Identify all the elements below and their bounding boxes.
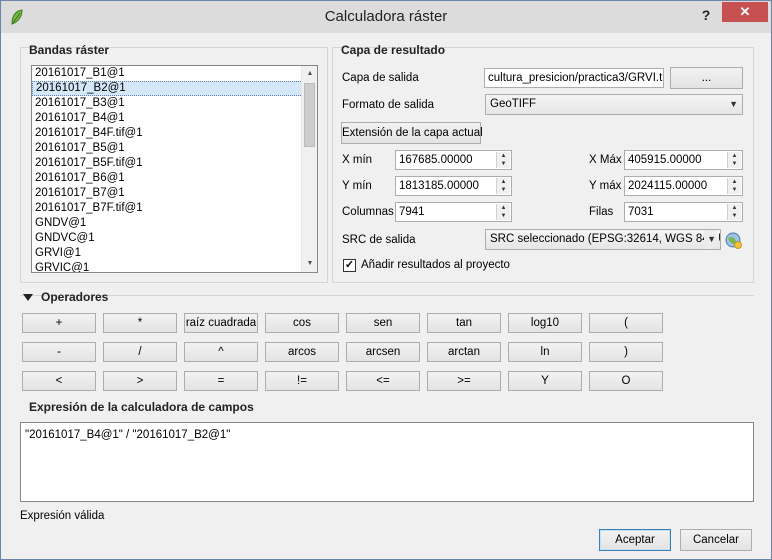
operator-button[interactable]: ) [589,342,663,362]
operator-button[interactable]: <= [346,371,420,391]
spin-arrows-icon[interactable]: ▲ ▼ [496,204,510,220]
output-format-select[interactable]: GeoTIFF ▼ [485,94,743,115]
ymax-spinbox[interactable]: 2024115.00000 ▲ ▼ [624,176,743,196]
title-bar: Calculadora ráster ? ✕ [1,1,771,33]
output-crs-label: SRC de salida [342,234,416,246]
band-list-item[interactable]: GRVIC@1 [32,261,317,272]
operator-button[interactable]: ( [589,313,663,333]
band-list-item[interactable]: 20161017_B1@1 [32,66,317,81]
band-list-item[interactable]: GNDV@1 [32,216,317,231]
chevron-down-icon: ▼ [704,230,716,249]
band-list-item[interactable]: GNDVC@1 [32,231,317,246]
result-layer-title: Capa de resultado [341,43,446,57]
operator-button[interactable]: arctan [427,342,501,362]
output-format-value: GeoTIFF [490,98,537,110]
band-list-item[interactable]: 20161017_B7F.tif@1 [32,201,317,216]
operator-button[interactable]: > [103,371,177,391]
columns-label: Columnas [342,206,394,218]
operator-button[interactable]: ln [508,342,582,362]
collapse-triangle-icon[interactable] [23,292,33,302]
spin-arrows-icon[interactable]: ▲ ▼ [727,152,741,168]
operator-button[interactable]: sen [346,313,420,333]
help-button[interactable]: ? [695,5,717,25]
add-to-project-checkbox[interactable]: ✓ [343,259,356,272]
operator-button[interactable]: >= [427,371,501,391]
scroll-thumb[interactable] [304,83,315,147]
xmax-label: X Máx [589,154,622,166]
operator-button[interactable]: - [22,342,96,362]
output-layer-label: Capa de salida [342,72,419,84]
band-list-item[interactable]: 20161017_B7@1 [32,186,317,201]
add-to-project-label: Añadir resultados al proyecto [361,259,510,271]
xmin-label: X mín [342,154,373,166]
spin-arrows-icon[interactable]: ▲ ▼ [496,152,510,168]
accept-button[interactable]: Aceptar [599,529,671,551]
scroll-down-icon[interactable]: ▼ [302,256,317,272]
operator-button[interactable]: O [589,371,663,391]
xmin-value: 167685.00000 [399,154,473,166]
raster-bands-title: Bandas ráster [29,43,110,57]
rows-spinbox[interactable]: 7031 ▲ ▼ [624,202,743,222]
window-title: Calculadora ráster [324,8,448,25]
output-crs-value: SRC seleccionado (EPSG:32614, WGS 84 / U [490,233,721,245]
operator-button[interactable]: != [265,371,339,391]
operator-button[interactable]: Y [508,371,582,391]
ymin-spinbox[interactable]: 1813185.00000 ▲ ▼ [395,176,512,196]
columns-spinbox[interactable]: 7941 ▲ ▼ [395,202,512,222]
operator-button[interactable]: tan [427,313,501,333]
xmin-spinbox[interactable]: 167685.00000 ▲ ▼ [395,150,512,170]
band-list-item[interactable]: 20161017_B5@1 [32,141,317,156]
operator-button[interactable]: < [22,371,96,391]
band-list-item[interactable]: 20161017_B3@1 [32,96,317,111]
band-list-item[interactable]: GRVI@1 [32,246,317,261]
operator-button[interactable]: ^ [184,342,258,362]
output-layer-field[interactable]: cultura_presicion/practica3/GRVI.tif [484,68,664,88]
band-list-item[interactable]: 20161017_B6@1 [32,171,317,186]
cancel-button[interactable]: Cancelar [680,529,752,551]
band-list-item[interactable]: 20161017_B5F.tif@1 [32,156,317,171]
output-format-label: Formato de salida [342,99,435,111]
xmax-value: 405915.00000 [628,154,702,166]
operator-button[interactable]: / [103,342,177,362]
columns-value: 7941 [399,206,425,218]
output-crs-select[interactable]: SRC seleccionado (EPSG:32614, WGS 84 / U… [485,229,721,250]
operators-title: Operadores [41,290,109,304]
chevron-down-icon: ▼ [729,99,738,109]
operator-button[interactable]: cos [265,313,339,333]
raster-calculator-window: Calculadora ráster ? ✕ Bandas ráster 201… [0,0,772,560]
operator-button[interactable]: * [103,313,177,333]
ymin-value: 1813185.00000 [399,180,479,192]
xmax-spinbox[interactable]: 405915.00000 ▲ ▼ [624,150,743,170]
expression-status: Expresión válida [20,510,105,522]
band-list-item[interactable]: 20161017_B4F.tif@1 [32,126,317,141]
operator-button[interactable]: arcos [265,342,339,362]
close-button[interactable]: ✕ [722,2,768,22]
spin-arrows-icon[interactable]: ▲ ▼ [496,178,510,194]
raster-bands-list[interactable]: 20161017_B1@1 20161017_B2@1 20161017_B3@1 2… [31,65,318,273]
operator-button[interactable]: log10 [508,313,582,333]
operator-button[interactable]: = [184,371,258,391]
bands-scrollbar[interactable]: ▲ ▼ [301,66,317,272]
current-layer-extent-button[interactable]: Extensión de la capa actual [341,122,483,144]
operator-button[interactable]: + [22,313,96,333]
scroll-up-icon[interactable]: ▲ [302,66,317,82]
ymin-label: Y mín [342,180,372,192]
ymax-value: 2024115.00000 [628,180,708,192]
expression-textarea[interactable]: "20161017_B4@1" / "20161017_B2@1" [20,422,754,502]
rows-label: Filas [589,206,614,218]
expression-title: Expresión de la calculadora de campos [29,400,254,414]
band-list-item[interactable]: 20161017_B4@1 [32,111,317,126]
ymax-label: Y máx [589,180,622,192]
browse-button[interactable]: ... [670,67,743,89]
globe-select-icon[interactable] [723,230,743,250]
operator-button[interactable]: raíz cuadrada [184,313,258,333]
spin-arrows-icon[interactable]: ▲ ▼ [727,204,741,220]
spin-arrows-icon[interactable]: ▲ ▼ [727,178,741,194]
rows-value: 7031 [628,206,654,218]
operator-button[interactable]: arcsen [346,342,420,362]
band-items-container: 20161017_B1@1 20161017_B2@1 20161017_B3@1 2… [32,66,317,272]
band-list-item[interactable]: 20161017_B2@1 [32,81,317,96]
